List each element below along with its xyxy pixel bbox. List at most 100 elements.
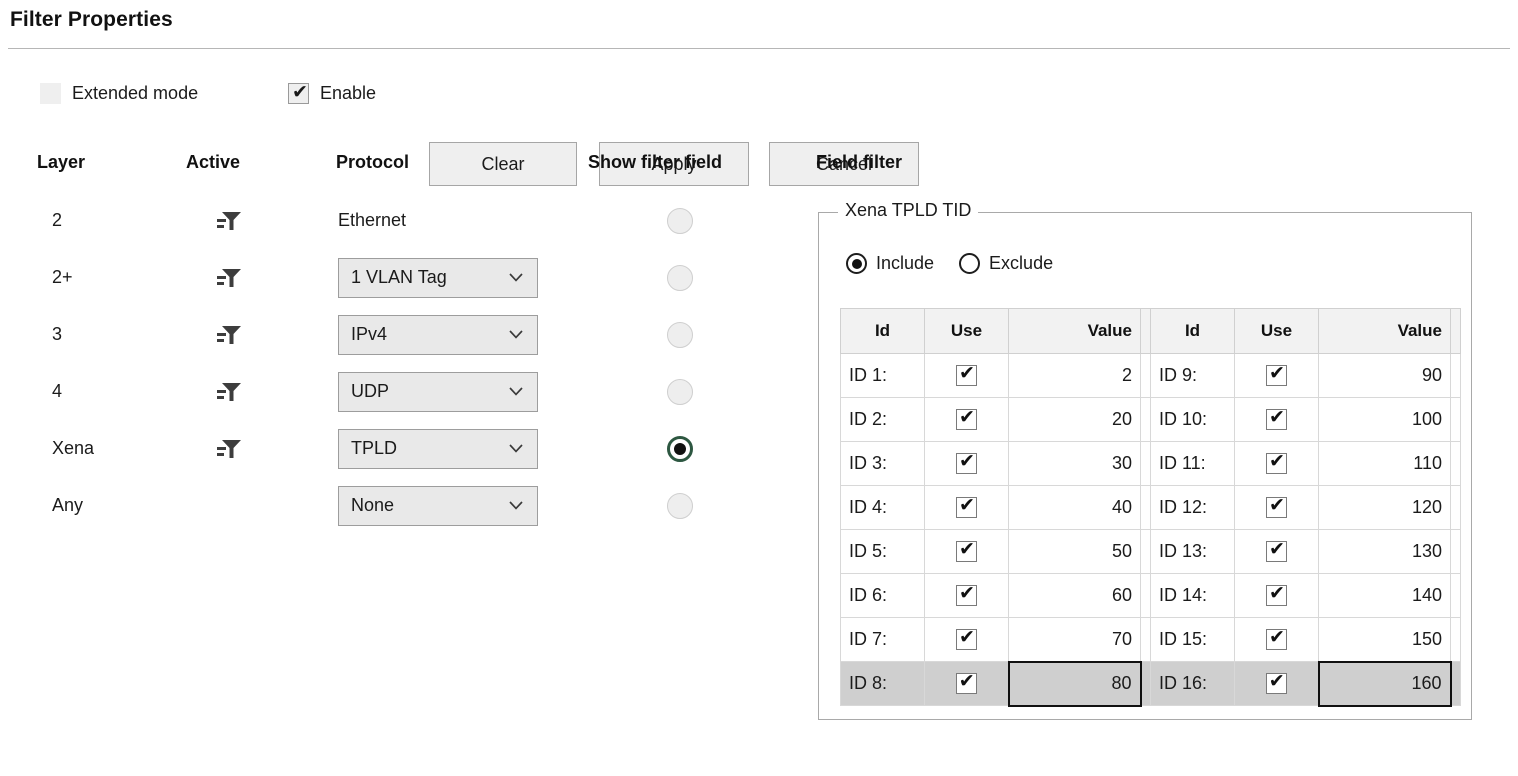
use-checkbox[interactable]: ✔ — [1265, 671, 1287, 695]
use-checkbox[interactable]: ✔ — [956, 407, 977, 431]
table-row[interactable]: ID 8: ✔ 80 — [840, 660, 1151, 707]
table-row[interactable]: ID 5: ✔ 50 — [840, 529, 1151, 574]
show-filter-field-radio[interactable] — [667, 435, 693, 462]
row-id-label: ID 6: — [840, 573, 925, 618]
use-checkbox[interactable]: ✔ — [1266, 451, 1287, 475]
table-edge-spacer — [1450, 529, 1461, 574]
table-row[interactable]: ID 1: ✔ 2 — [840, 353, 1151, 398]
use-checkbox[interactable]: ✔ — [1266, 363, 1287, 387]
filter-funnel-icon[interactable] — [212, 249, 246, 306]
row-value-cell[interactable]: 100 — [1318, 397, 1451, 442]
table-row[interactable]: ID 6: ✔ 60 — [840, 573, 1151, 618]
table-row[interactable]: ID 14: ✔ 140 — [1150, 573, 1461, 618]
protocol-select[interactable]: 1 VLAN Tag — [338, 257, 538, 298]
row-value-cell[interactable]: 2 — [1008, 353, 1141, 398]
use-checkbox[interactable]: ✔ — [956, 583, 977, 607]
filter-funnel-icon[interactable] — [212, 192, 246, 249]
row-use-cell[interactable]: ✔ — [1234, 441, 1319, 486]
row-use-cell[interactable]: ✔ — [1234, 529, 1319, 574]
row-value-cell[interactable]: 70 — [1008, 617, 1141, 662]
filter-funnel-icon[interactable] — [212, 420, 246, 477]
use-checkbox[interactable]: ✔ — [1266, 539, 1287, 563]
use-checkbox[interactable]: ✔ — [956, 363, 977, 387]
show-filter-field-radio[interactable] — [667, 207, 693, 234]
exclude-radio[interactable] — [959, 253, 981, 274]
layer-label: 2+ — [52, 267, 73, 287]
use-checkbox[interactable]: ✔ — [1266, 407, 1287, 431]
table-edge-spacer — [1140, 308, 1151, 354]
layer-row: Xena TPLD — [0, 420, 760, 477]
exclude-radio-label: Exclude — [989, 253, 1054, 273]
protocol-select[interactable]: UDP — [338, 371, 538, 412]
tpld-tid-table-left[interactable]: Id Use Value ID 1: ✔ 2 ID 2: ✔ 20 ID 3: ✔ 30 ID 4: ✔ 4… — [840, 308, 1151, 707]
table-row[interactable]: ID 12: ✔ 120 — [1150, 485, 1461, 530]
table-row[interactable]: ID 4: ✔ 40 — [840, 485, 1151, 530]
row-use-cell[interactable]: ✔ — [1234, 397, 1319, 442]
row-use-cell[interactable]: ✔ — [924, 441, 1009, 486]
protocol-select[interactable]: None — [338, 485, 538, 526]
row-use-cell[interactable]: ✔ — [924, 397, 1009, 442]
row-use-cell[interactable]: ✔ — [924, 485, 1009, 530]
row-use-cell[interactable]: ✔ — [1234, 617, 1319, 662]
row-value-cell[interactable]: 160 — [1317, 660, 1452, 707]
row-value-cell[interactable]: 120 — [1318, 485, 1451, 530]
table-row[interactable]: ID 16: ✔ 160 — [1150, 660, 1461, 707]
use-checkbox[interactable]: ✔ — [1266, 495, 1287, 519]
row-use-cell[interactable]: ✔ — [924, 617, 1009, 662]
include-radio[interactable] — [846, 253, 867, 274]
protocol-select[interactable]: TPLD — [338, 428, 538, 469]
use-checkbox[interactable]: ✔ — [956, 451, 977, 475]
use-checkbox[interactable]: ✔ — [1266, 627, 1287, 651]
clear-button[interactable]: Clear — [429, 142, 577, 186]
show-filter-field-radio[interactable] — [667, 264, 693, 291]
table-row[interactable]: ID 3: ✔ 30 — [840, 441, 1151, 486]
row-value-cell[interactable]: 150 — [1318, 617, 1451, 662]
use-checkbox[interactable]: ✔ — [956, 495, 977, 519]
table-row[interactable]: ID 7: ✔ 70 — [840, 617, 1151, 662]
row-use-cell[interactable]: ✔ — [1234, 573, 1319, 618]
table-row[interactable]: ID 10: ✔ 100 — [1150, 397, 1461, 442]
row-value-cell[interactable]: 80 — [1007, 660, 1142, 707]
show-filter-field-radio[interactable] — [667, 321, 693, 348]
row-use-cell[interactable]: ✔ — [924, 573, 1009, 618]
extended-mode-checkbox[interactable]: Extended mode — [40, 79, 198, 107]
filter-funnel-icon[interactable] — [212, 363, 246, 420]
row-value-cell[interactable]: 40 — [1008, 485, 1141, 530]
row-use-cell[interactable]: ✔ — [924, 529, 1009, 574]
table-row[interactable]: ID 2: ✔ 20 — [840, 397, 1151, 442]
use-checkbox[interactable]: ✔ — [955, 671, 977, 695]
row-use-cell[interactable]: ✔ — [1234, 353, 1319, 398]
table-row[interactable]: ID 15: ✔ 150 — [1150, 617, 1461, 662]
show-filter-field-radio[interactable] — [667, 492, 693, 519]
show-filter-field-cell — [663, 477, 697, 534]
row-value-cell[interactable]: 60 — [1008, 573, 1141, 618]
row-value-cell[interactable]: 130 — [1318, 529, 1451, 574]
row-use-cell[interactable]: ✔ — [1234, 661, 1319, 706]
table-edge-spacer — [1140, 353, 1151, 398]
row-value-cell[interactable]: 110 — [1318, 441, 1451, 486]
filter-funnel-icon[interactable] — [212, 306, 246, 363]
enable-checkbox-box[interactable]: ✔ — [288, 81, 309, 104]
use-checkbox[interactable]: ✔ — [956, 539, 977, 563]
row-use-cell[interactable]: ✔ — [1234, 485, 1319, 530]
show-filter-field-radio[interactable] — [667, 378, 693, 405]
toolbar: Extended mode ✔ Enable Clear Apply Cance… — [0, 70, 1518, 186]
row-value-cell[interactable]: 50 — [1008, 529, 1141, 574]
row-value-cell[interactable]: 90 — [1318, 353, 1451, 398]
tpld-tid-table-right[interactable]: Id Use Value ID 9: ✔ 90 ID 10: ✔ 100 ID 11: ✔ 110 ID… — [1150, 308, 1461, 707]
column-header-layer: Layer — [37, 152, 86, 172]
row-value-cell[interactable]: 20 — [1008, 397, 1141, 442]
protocol-select[interactable]: IPv4 — [338, 314, 538, 355]
row-value-cell[interactable]: 140 — [1318, 573, 1451, 618]
extended-mode-checkbox-box[interactable] — [40, 82, 61, 104]
row-value-cell[interactable]: 30 — [1008, 441, 1141, 486]
table-row[interactable]: ID 11: ✔ 110 — [1150, 441, 1461, 486]
row-use-cell[interactable]: ✔ — [924, 661, 1009, 706]
use-checkbox[interactable]: ✔ — [956, 627, 977, 651]
table-row[interactable]: ID 13: ✔ 130 — [1150, 529, 1461, 574]
enable-checkbox[interactable]: ✔ Enable — [288, 79, 376, 107]
row-use-cell[interactable]: ✔ — [924, 353, 1009, 398]
table-row[interactable]: ID 9: ✔ 90 — [1150, 353, 1461, 398]
use-checkbox[interactable]: ✔ — [1266, 583, 1287, 607]
table-header-row: Id Use Value — [1150, 308, 1461, 354]
